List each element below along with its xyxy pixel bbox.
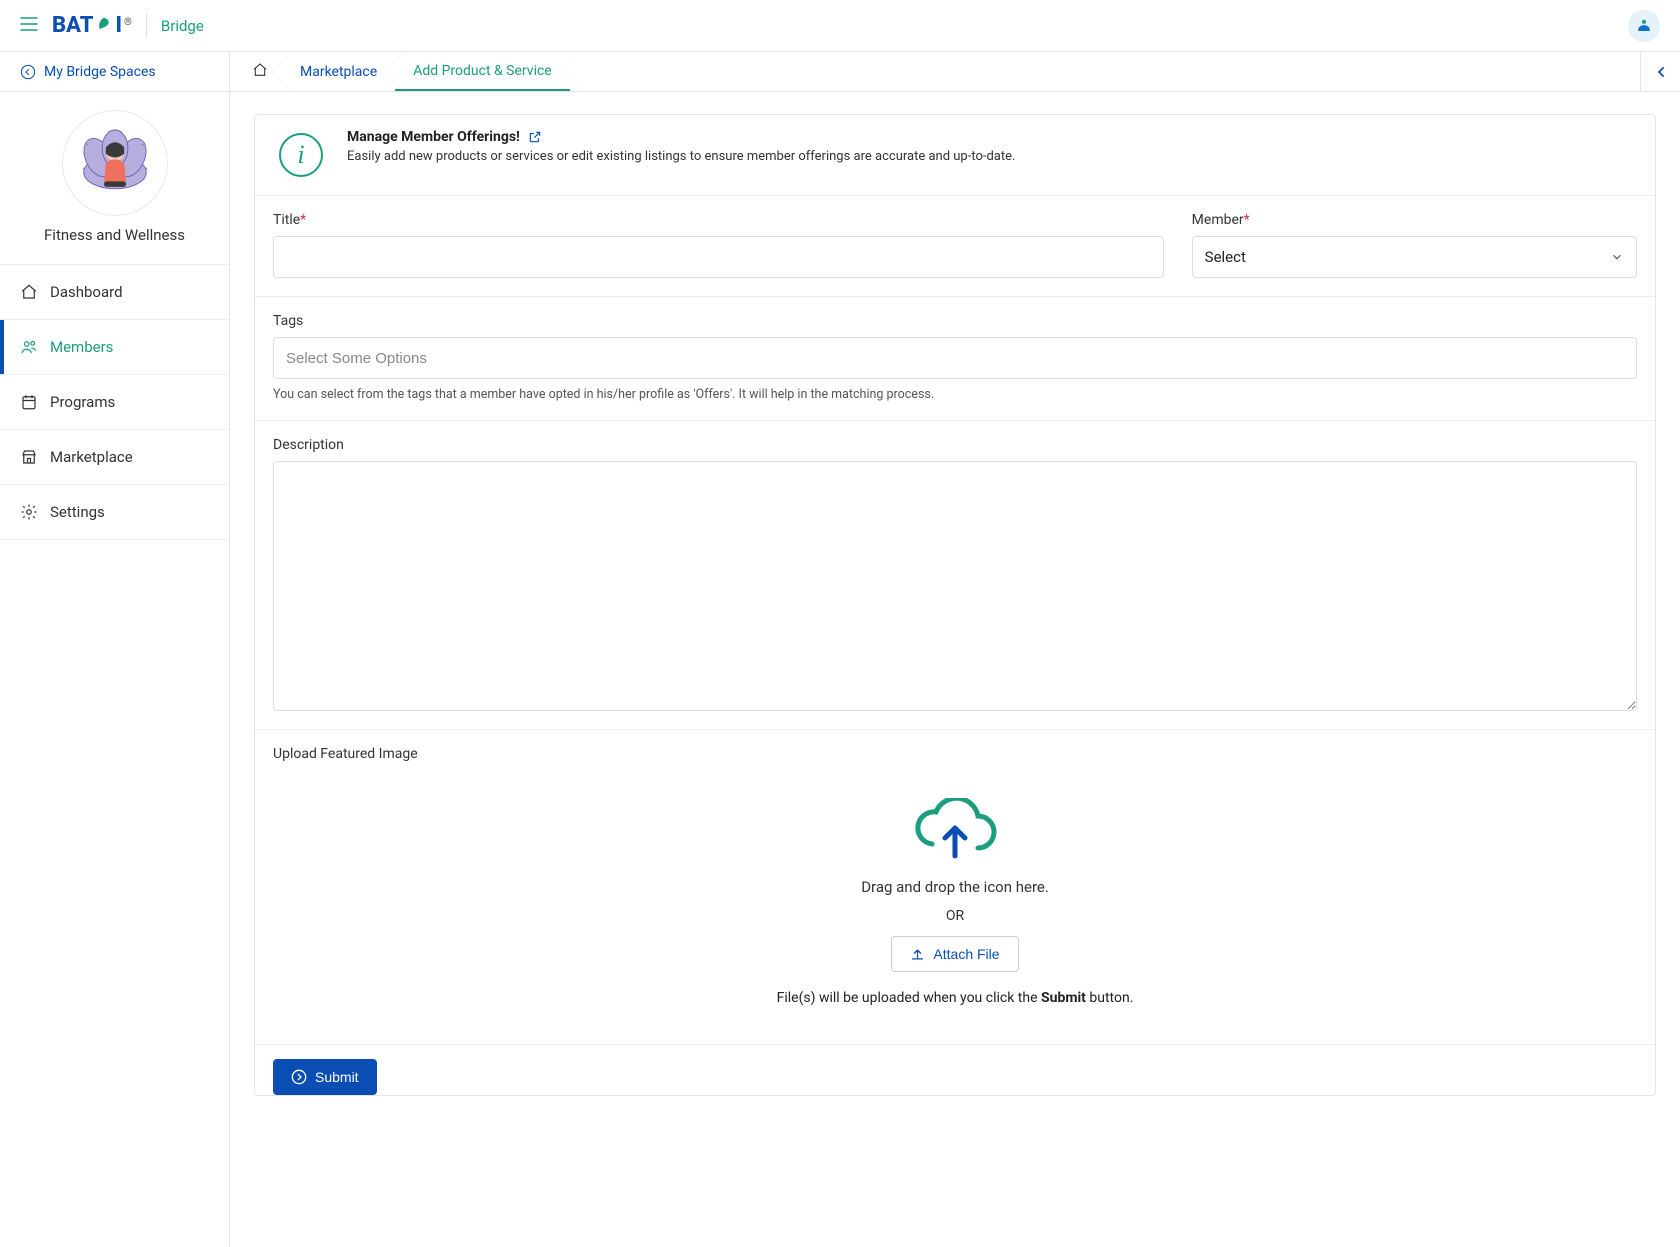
breadcrumb: Marketplace Add Product & Service: [230, 52, 1640, 91]
topbar-left: BATI® Bridge: [20, 13, 204, 38]
tags-input[interactable]: [273, 337, 1637, 379]
submit-button[interactable]: Submit: [273, 1059, 377, 1095]
sidebar-nav: Dashboard Members Programs Marketplace S…: [0, 265, 229, 540]
spaces-label: My Bridge Spaces: [44, 64, 156, 80]
title-input[interactable]: [273, 236, 1164, 278]
sidebar-item-label: Marketplace: [50, 448, 133, 466]
info-title: Manage Member Offerings!: [347, 129, 520, 145]
title-label: Title: [273, 212, 300, 228]
subheader: My Bridge Spaces Marketplace Add Product…: [0, 52, 1680, 92]
member-selected: Select: [1205, 248, 1246, 266]
sidebar-item-settings[interactable]: Settings: [0, 485, 229, 540]
main-content: i Manage Member Offerings! Easily add ne…: [230, 92, 1680, 1247]
info-description: Easily add new products or services or e…: [347, 149, 1015, 164]
description-field: Description: [273, 437, 1637, 711]
upload-or: OR: [293, 908, 1617, 924]
logo[interactable]: BATI®: [52, 13, 132, 38]
description-textarea[interactable]: [273, 461, 1637, 711]
product-name[interactable]: Bridge: [161, 17, 204, 35]
divider: [146, 14, 147, 38]
member-field: Member* Select: [1192, 212, 1637, 278]
workspace-name: Fitness and Wellness: [10, 226, 219, 244]
user-avatar[interactable]: [1628, 10, 1660, 42]
sidebar-item-programs[interactable]: Programs: [0, 375, 229, 430]
sidebar-item-label: Members: [50, 338, 113, 356]
sidebar-item-dashboard[interactable]: Dashboard: [0, 265, 229, 320]
form-card: i Manage Member Offerings! Easily add ne…: [254, 114, 1656, 1096]
sidebar-item-marketplace[interactable]: Marketplace: [0, 430, 229, 485]
sidebar-item-label: Programs: [50, 393, 115, 411]
workspace-icon: [62, 110, 168, 216]
logo-leaf-icon: [94, 16, 114, 36]
info-banner: i Manage Member Offerings! Easily add ne…: [255, 115, 1655, 196]
info-icon: i: [279, 133, 323, 177]
my-spaces-link[interactable]: My Bridge Spaces: [0, 52, 230, 91]
menu-toggle-icon[interactable]: [20, 17, 38, 35]
attach-file-button[interactable]: Attach File: [891, 936, 1018, 972]
sidebar-item-label: Settings: [50, 503, 105, 521]
sidebar-item-label: Dashboard: [50, 283, 123, 301]
chevron-down-icon: [1610, 250, 1624, 264]
description-label: Description: [273, 437, 1637, 453]
cloud-upload-icon: [912, 798, 998, 864]
tags-field: Tags You can select from the tags that a…: [273, 313, 1637, 402]
upload-instruction: Drag and drop the icon here.: [293, 878, 1617, 896]
upload-note: File(s) will be uploaded when you click …: [293, 990, 1617, 1006]
topbar: BATI® Bridge: [0, 0, 1680, 52]
member-select[interactable]: Select: [1192, 236, 1637, 278]
workspace-header: Fitness and Wellness: [0, 92, 229, 265]
upload-label: Upload Featured Image: [273, 746, 1637, 762]
collapse-panel-toggle[interactable]: [1640, 52, 1680, 91]
upload-icon: [910, 947, 925, 962]
arrow-right-circle-icon: [291, 1069, 307, 1085]
sidebar: Fitness and Wellness Dashboard Members P…: [0, 92, 230, 1247]
home-icon: [252, 62, 268, 82]
tags-label: Tags: [273, 313, 1637, 329]
member-label: Member: [1192, 212, 1244, 228]
breadcrumb-marketplace[interactable]: Marketplace: [282, 52, 395, 91]
external-link-icon[interactable]: [528, 130, 542, 144]
tags-hint: You can select from the tags that a memb…: [273, 387, 1637, 402]
back-arrow-icon: [20, 64, 36, 80]
upload-dropzone[interactable]: Drag and drop the icon here. OR Attach F…: [273, 770, 1637, 1026]
breadcrumb-home[interactable]: [230, 52, 282, 91]
title-field: Title*: [273, 212, 1164, 278]
sidebar-item-members[interactable]: Members: [0, 320, 229, 375]
breadcrumb-add-product[interactable]: Add Product & Service: [395, 52, 570, 91]
